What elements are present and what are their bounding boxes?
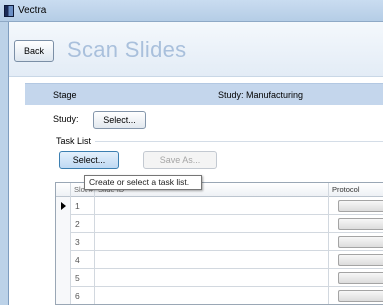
main-window: Back Scan Slides Stage Study: Manufactur… [8, 22, 383, 305]
study-select-button[interactable]: Select... [93, 111, 146, 129]
current-row-arrow-icon [61, 202, 66, 210]
protocol-cell [329, 197, 383, 215]
protocol-dropdown[interactable] [338, 290, 383, 302]
slot-cell: 1 [71, 197, 95, 215]
row-indicator[interactable] [56, 215, 71, 233]
protocol-dropdown[interactable] [338, 236, 383, 248]
protocol-dropdown[interactable] [338, 272, 383, 284]
protocol-cell [329, 251, 383, 269]
slide-id-cell[interactable] [95, 269, 329, 287]
page-title: Scan Slides [67, 37, 187, 62]
task-list-grid: Slot # Slide ID Protocol 123456 [55, 182, 383, 305]
stage-bar: Stage Study: Manufacturing [25, 83, 383, 105]
protocol-cell [329, 215, 383, 233]
task-list-label: Task List [56, 136, 92, 146]
study-summary: Study: Manufacturing [218, 90, 304, 100]
slot-cell: 3 [71, 233, 95, 251]
study-label: Study: [53, 114, 79, 124]
table-row[interactable]: 5 [56, 269, 383, 287]
table-row[interactable]: 1 [56, 197, 383, 215]
task-list-divider [95, 141, 383, 142]
protocol-cell [329, 233, 383, 251]
slide-id-cell[interactable] [95, 251, 329, 269]
page-header: Back Scan Slides [9, 22, 383, 77]
row-indicator[interactable] [56, 233, 71, 251]
protocol-cell [329, 287, 383, 304]
row-indicator[interactable] [56, 287, 71, 304]
task-list-select-button[interactable]: Select... [59, 151, 119, 169]
protocol-dropdown[interactable] [338, 218, 383, 230]
slide-id-cell[interactable] [95, 215, 329, 233]
table-row[interactable]: 2 [56, 215, 383, 233]
slot-cell: 6 [71, 287, 95, 304]
window-titlebar: Vectra [0, 0, 383, 22]
table-row[interactable]: 6 [56, 287, 383, 304]
slide-id-cell[interactable] [95, 197, 329, 215]
row-header-corner [56, 183, 71, 197]
row-indicator[interactable] [56, 197, 71, 215]
back-button[interactable]: Back [14, 40, 54, 62]
stage-label: Stage [53, 90, 77, 100]
row-indicator[interactable] [56, 269, 71, 287]
slide-id-cell[interactable] [95, 233, 329, 251]
vectra-app-icon [4, 5, 14, 17]
save-as-button: Save As... [143, 151, 217, 169]
protocol-cell [329, 269, 383, 287]
row-indicator[interactable] [56, 251, 71, 269]
select-tooltip: Create or select a task list. [84, 175, 202, 190]
table-row[interactable]: 4 [56, 251, 383, 269]
slot-cell: 4 [71, 251, 95, 269]
protocol-dropdown[interactable] [338, 200, 383, 212]
table-row[interactable]: 3 [56, 233, 383, 251]
window-title: Vectra [18, 5, 47, 16]
column-header-protocol[interactable]: Protocol [329, 183, 383, 197]
protocol-dropdown[interactable] [338, 254, 383, 266]
slide-id-cell[interactable] [95, 287, 329, 304]
slot-cell: 5 [71, 269, 95, 287]
slot-cell: 2 [71, 215, 95, 233]
